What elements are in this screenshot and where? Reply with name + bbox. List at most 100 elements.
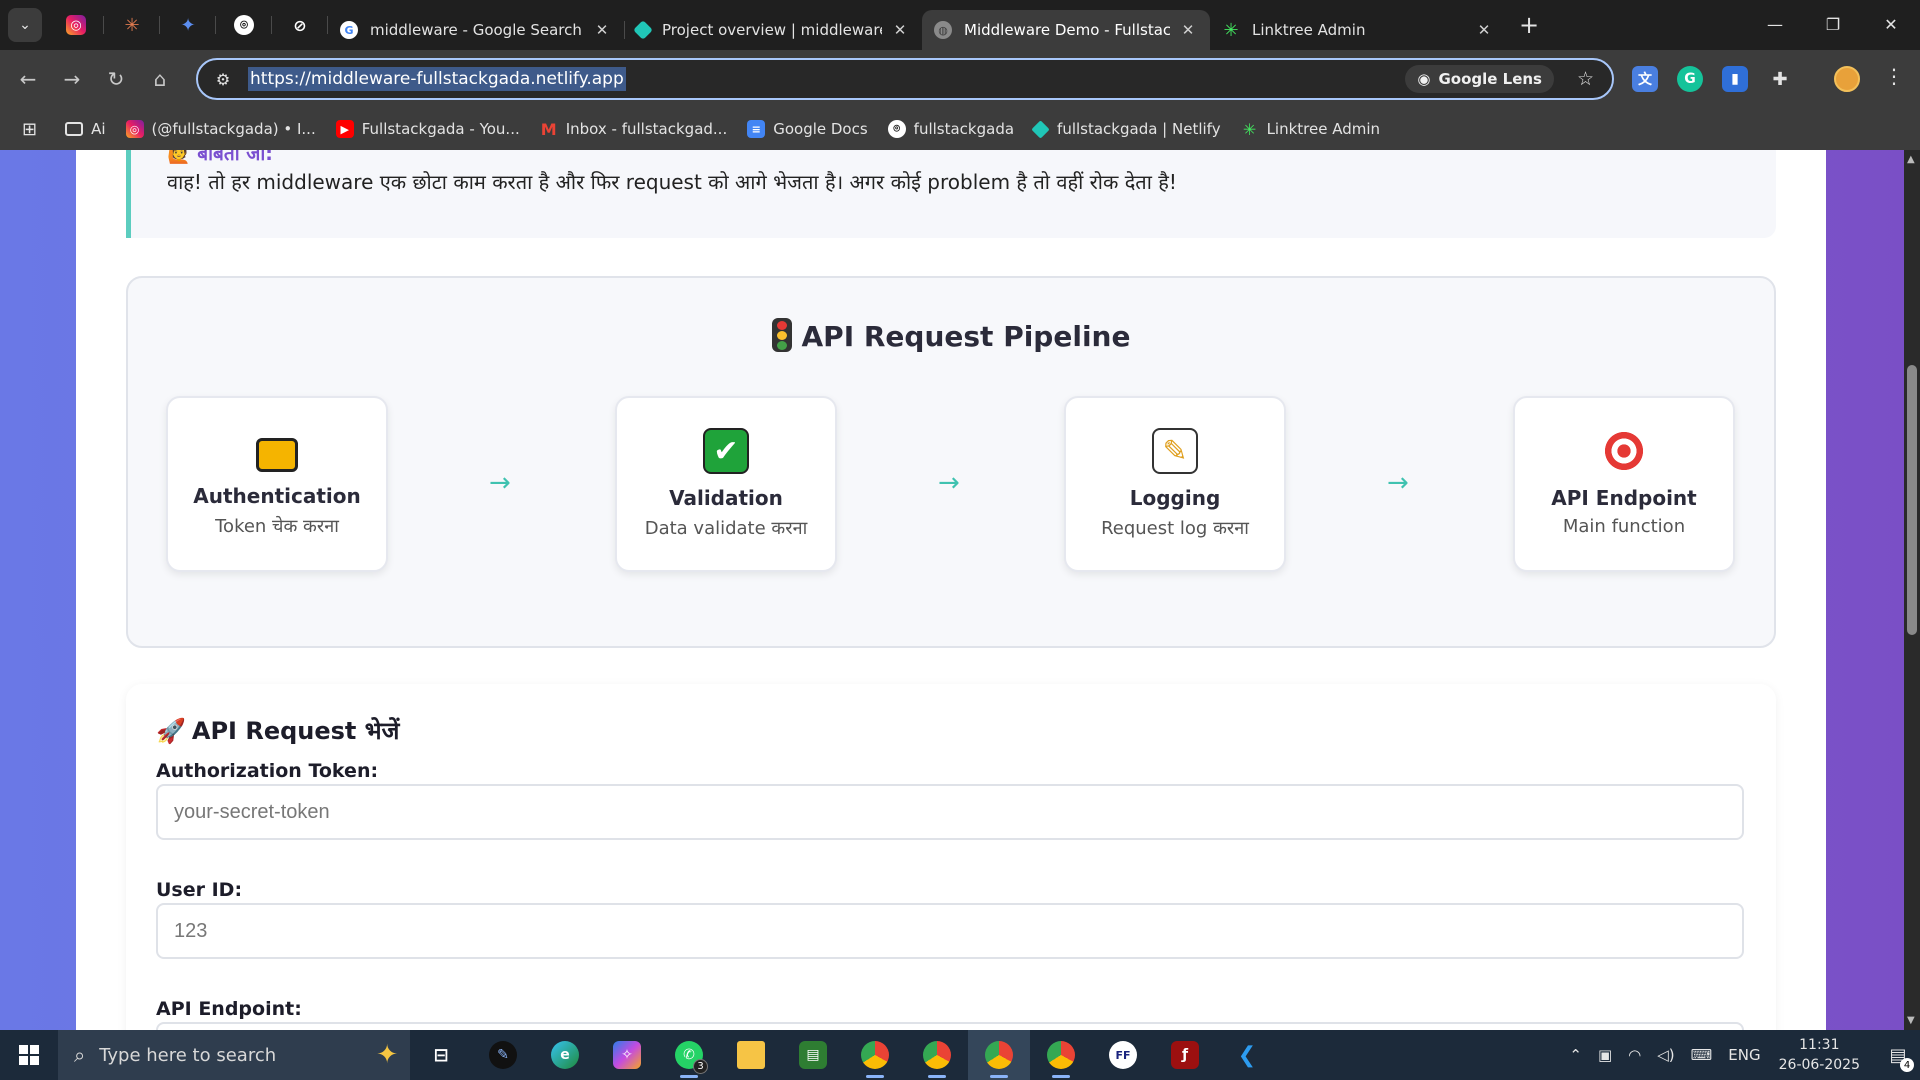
bookmark-github[interactable]: ⌾ fullstackgada bbox=[887, 120, 1014, 138]
taskbar-app-chrome-3[interactable] bbox=[968, 1030, 1030, 1080]
tab-linktree-admin[interactable]: ✳ Linktree Admin ✕ bbox=[1210, 10, 1506, 50]
start-button[interactable] bbox=[0, 1030, 58, 1080]
taskbar-app-explorer[interactable] bbox=[720, 1030, 782, 1080]
taskbar-app-editor[interactable]: ▤ bbox=[782, 1030, 844, 1080]
close-window-button[interactable]: ✕ bbox=[1862, 0, 1920, 48]
taskbar-app-vscode[interactable]: ❮ bbox=[1216, 1030, 1278, 1080]
task-view-button[interactable]: ⊟ bbox=[410, 1030, 472, 1080]
instagram-icon: ◎ bbox=[125, 120, 144, 138]
extensions-puzzle-icon[interactable]: ✚ bbox=[1767, 66, 1793, 92]
wifi-icon[interactable]: ◠ bbox=[1628, 1046, 1641, 1064]
taskbar-app-chrome-1[interactable] bbox=[844, 1030, 906, 1080]
meet-now-icon[interactable]: ▣ bbox=[1598, 1046, 1612, 1064]
bookmark-linktree[interactable]: ✳ Linktree Admin bbox=[1241, 120, 1380, 139]
pinned-tab-github[interactable]: ⌾ bbox=[216, 0, 272, 50]
notification-center-button[interactable]: ▤ 4 bbox=[1876, 1030, 1920, 1080]
auth-token-input[interactable] bbox=[156, 784, 1744, 840]
extension-doc-icon[interactable]: ▮ bbox=[1722, 66, 1748, 92]
bookmark-netlify[interactable]: fullstackgada | Netlify bbox=[1031, 119, 1221, 139]
bookmark-youtube[interactable]: ▶ Fullstackgada - You... bbox=[335, 120, 520, 138]
restore-button[interactable]: ❐ bbox=[1804, 0, 1862, 48]
form-title: 🚀 API Request भेजें bbox=[156, 714, 399, 747]
reload-button[interactable]: ↻ bbox=[94, 59, 138, 99]
gemini-icon: ✦ bbox=[180, 14, 196, 36]
taskbar-app-edge[interactable]: e bbox=[534, 1030, 596, 1080]
task-view-icon: ⊟ bbox=[433, 1044, 449, 1066]
whatsapp-badge: 3 bbox=[693, 1059, 708, 1074]
home-icon: ⌂ bbox=[153, 67, 167, 91]
clock-time: 11:31 bbox=[1799, 1037, 1840, 1053]
close-tab-icon[interactable]: ✕ bbox=[592, 21, 612, 39]
close-tab-icon[interactable]: ✕ bbox=[1474, 21, 1494, 39]
more-menu-icon[interactable]: ⋮ bbox=[1884, 64, 1904, 88]
grammarly-icon[interactable]: G bbox=[1677, 66, 1703, 92]
home-button[interactable]: ⌂ bbox=[138, 59, 182, 99]
google-lens-button[interactable]: ◉ Google Lens bbox=[1405, 65, 1554, 93]
page-scrollbar[interactable]: ▲ ▼ bbox=[1904, 150, 1920, 1030]
bookmark-ai-folder[interactable]: Ai bbox=[65, 120, 106, 138]
tab-search-button[interactable]: ⌄ bbox=[8, 8, 42, 42]
flow-arrow: → bbox=[489, 468, 511, 498]
chrome-icon bbox=[1047, 1041, 1075, 1069]
bookmark-label: Ai bbox=[91, 120, 106, 138]
tab-middleware-demo[interactable]: ◍ Middleware Demo - Fullstackga ✕ bbox=[922, 10, 1210, 50]
apps-grid-icon[interactable]: ⊞ bbox=[22, 119, 37, 140]
taskbar-app-recorder[interactable]: FF bbox=[1092, 1030, 1154, 1080]
new-tab-button[interactable]: + bbox=[1512, 8, 1546, 42]
pinned-tab-gemini[interactable]: ✦ bbox=[160, 0, 216, 50]
user-id-input[interactable] bbox=[156, 903, 1744, 959]
site-info-icon[interactable]: ⚙ bbox=[208, 70, 238, 89]
clock-date: 26-06-2025 bbox=[1778, 1057, 1860, 1073]
google-translate-icon[interactable]: 文 bbox=[1632, 66, 1658, 92]
dialog-text: वाह! तो हर middleware एक छोटा काम करता ह… bbox=[167, 170, 1177, 194]
taskbar-search[interactable]: ⌕ Type here to search ✦ bbox=[58, 1030, 410, 1080]
chevron-down-icon: ⌄ bbox=[19, 17, 31, 33]
taskbar-app-flash[interactable]: ƒ bbox=[1154, 1030, 1216, 1080]
chevron-up-icon[interactable]: ⌃ bbox=[1569, 1046, 1582, 1064]
api-request-form: 🚀 API Request भेजें Authorization Token: … bbox=[126, 684, 1776, 1030]
close-tab-icon[interactable]: ✕ bbox=[1178, 21, 1198, 39]
language-indicator[interactable]: ENG bbox=[1728, 1046, 1760, 1064]
taskbar-app-pen[interactable]: ✎ bbox=[472, 1030, 534, 1080]
bookmark-instagram[interactable]: ◎ (@fullstackgada) • I... bbox=[125, 120, 316, 138]
api-endpoint-select[interactable] bbox=[156, 1022, 1744, 1030]
lock-icon bbox=[256, 438, 298, 472]
page-viewport: 🙋 बबिता जी: वाह! तो हर middleware एक छोट… bbox=[0, 150, 1904, 1030]
bookmark-label: Fullstackgada - You... bbox=[361, 120, 520, 138]
tab-google-search[interactable]: G middleware - Google Search ✕ bbox=[328, 10, 624, 50]
close-tab-icon[interactable]: ✕ bbox=[890, 21, 910, 39]
step-name: API Endpoint bbox=[1551, 486, 1697, 510]
profile-avatar[interactable] bbox=[1834, 66, 1860, 92]
pinned-tab-ai[interactable]: ⊘ bbox=[272, 0, 328, 50]
folder-icon bbox=[737, 1041, 765, 1069]
volume-icon[interactable]: ◁) bbox=[1657, 1046, 1674, 1064]
taskbar-app-whatsapp[interactable]: ✆ 3 bbox=[658, 1030, 720, 1080]
forward-button[interactable]: → bbox=[50, 59, 94, 99]
taskbar-app-chrome-4[interactable] bbox=[1030, 1030, 1092, 1080]
linktree-icon: ✳ bbox=[1223, 19, 1239, 41]
taskbar-clock[interactable]: 11:31 26-06-2025 bbox=[1779, 1035, 1860, 1075]
bookmark-google-docs[interactable]: ≡ Google Docs bbox=[747, 120, 868, 138]
scroll-down-icon[interactable]: ▼ bbox=[1907, 1015, 1915, 1026]
url-text[interactable]: https://middleware-fullstackgada.netlify… bbox=[248, 67, 626, 91]
address-bar[interactable]: ⚙ https://middleware-fullstackgada.netli… bbox=[196, 58, 1614, 100]
back-button[interactable]: ← bbox=[6, 59, 50, 99]
scrollbar-thumb[interactable] bbox=[1907, 365, 1917, 635]
taskbar-app-chrome-2[interactable] bbox=[906, 1030, 968, 1080]
flow-arrow: → bbox=[938, 468, 960, 498]
scroll-up-icon[interactable]: ▲ bbox=[1907, 154, 1915, 165]
bookmark-gmail[interactable]: M Inbox - fullstackgad... bbox=[540, 120, 727, 139]
keyboard-layout-icon[interactable]: ⌨ bbox=[1691, 1046, 1713, 1064]
api-endpoint-label: API Endpoint: bbox=[156, 998, 302, 1020]
bookmark-star-icon[interactable]: ☆ bbox=[1577, 68, 1594, 90]
taskbar-app-copilot[interactable]: ✧ bbox=[596, 1030, 658, 1080]
folder-icon bbox=[65, 122, 84, 136]
step-desc: Request log करना bbox=[1101, 518, 1249, 539]
pinned-tab-claude[interactable]: ✳ bbox=[104, 0, 160, 50]
pinned-tab-instagram[interactable]: ◎ bbox=[48, 0, 104, 50]
window-controls: — ❐ ✕ bbox=[1746, 0, 1920, 48]
tab-title: Middleware Demo - Fullstackga bbox=[964, 21, 1170, 39]
minimize-button[interactable]: — bbox=[1746, 0, 1804, 48]
step-validation: ✔ Validation Data validate करना bbox=[615, 396, 837, 572]
tab-project-overview[interactable]: Project overview | middleware-f ✕ bbox=[624, 10, 922, 50]
